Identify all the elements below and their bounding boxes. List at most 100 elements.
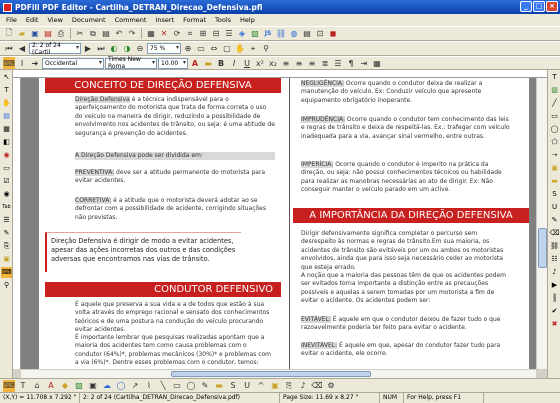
menu-tools[interactable]: Tools [215, 16, 231, 24]
insert-ellipse-icon[interactable]: ◯ [549, 124, 560, 135]
zoom-out-icon[interactable]: ⊖ [134, 43, 146, 55]
first-page-icon[interactable]: ⏮ [3, 43, 15, 55]
save-icon[interactable]: ▣ [29, 28, 41, 40]
align-right-icon[interactable]: ≡ [306, 57, 318, 69]
italic-icon[interactable]: I [228, 57, 240, 69]
insert-cross-icon[interactable]: ✖ [549, 319, 560, 330]
draw-cloud-icon[interactable]: ☁ [101, 380, 113, 392]
form-field-icon[interactable]: ▭ [1, 163, 12, 174]
stamp-icon[interactable]: ◉ [1, 150, 12, 161]
previous-page-icon[interactable]: ◀ [16, 43, 28, 55]
superscript-icon[interactable]: x² [254, 57, 266, 69]
maximize-button[interactable]: □ [533, 1, 545, 12]
insert-arrow-icon[interactable]: ➝ [549, 150, 560, 161]
draw-font-color-icon[interactable]: A [45, 380, 57, 392]
radio-icon[interactable]: ◉ [1, 189, 12, 200]
draw-pencil-icon[interactable]: ✎ [199, 380, 211, 392]
minimize-button[interactable]: _ [520, 1, 532, 12]
draw-select-icon[interactable]: ⌨ [3, 379, 15, 392]
insert-sticky-icon[interactable]: ▣ [549, 163, 560, 174]
last-page-icon[interactable]: ⏭ [95, 43, 107, 55]
draw-eraser-icon[interactable]: ⌫ [311, 380, 323, 392]
align-center-icon[interactable]: ≡ [293, 57, 305, 69]
crop-icon[interactable]: ⌗ [184, 28, 196, 40]
draw-text-icon[interactable]: T [17, 380, 29, 392]
javascript-icon[interactable]: JS [262, 28, 274, 40]
font-combo[interactable]: Times New Roma [105, 56, 157, 70]
table-icon[interactable]: ▦ [371, 57, 383, 69]
horizontal-scrollbar[interactable] [21, 369, 536, 378]
insert-line-icon[interactable]: ╱ [549, 98, 560, 109]
hand-icon[interactable]: ✋ [1, 98, 12, 109]
back-icon[interactable]: ◐ [108, 43, 120, 55]
draw-rectangle-icon[interactable]: ▭ [171, 380, 183, 392]
delete-page-icon[interactable]: ✕ [158, 28, 170, 40]
cut-icon[interactable]: ✂ [74, 28, 86, 40]
bookmark-panel-icon[interactable]: ▤ [1, 111, 12, 122]
checkbox-icon[interactable]: ☑ [1, 176, 12, 187]
menu-insert[interactable]: Insert [155, 16, 174, 24]
undo-icon[interactable]: ↶ [113, 28, 125, 40]
insert-strikeout-icon[interactable]: S [549, 189, 560, 200]
vertical-scrollbar[interactable] [536, 78, 547, 369]
insert-barcode-icon[interactable]: ║ [549, 293, 560, 304]
pdf-page[interactable]: CONCEITO DE DIREÇÃO DEFENSIVA Direção De… [39, 78, 529, 369]
document-viewport[interactable]: CONCEITO DE DIREÇÃO DEFENSIVA Direção De… [21, 78, 536, 369]
split-icon[interactable]: ⊟ [210, 28, 222, 40]
draw-note-icon[interactable]: ▣ [269, 380, 281, 392]
paragraph-icon[interactable]: ¶ [345, 57, 357, 69]
draw-arrow-icon[interactable]: ↗ [129, 380, 141, 392]
magnify-icon[interactable]: ⚲ [260, 43, 272, 55]
hand-tool-icon[interactable]: ✋ [234, 43, 246, 55]
link-icon[interactable]: ⛓ [275, 28, 287, 40]
draw-oval-icon[interactable]: ◯ [115, 380, 127, 392]
horizontal-scroll-thumb[interactable] [171, 371, 371, 377]
format-tool-icon[interactable]: ⌨ [3, 57, 15, 69]
forward-icon[interactable]: ◑ [121, 43, 133, 55]
insert-sound-icon[interactable]: ♪ [549, 267, 560, 278]
draw-highlighter-icon[interactable]: ▬ [213, 380, 225, 392]
draw-polyline-icon[interactable]: ⌇ [143, 380, 155, 392]
vertical-scroll-thumb[interactable] [538, 228, 547, 268]
close-button[interactable]: × [546, 1, 558, 12]
next-page-icon[interactable]: ▶ [82, 43, 94, 55]
insert-image-icon[interactable]: ▨ [549, 85, 560, 96]
print-icon[interactable]: ⎙ [55, 28, 67, 40]
insert-text-icon[interactable]: T [549, 72, 560, 83]
new-file-icon[interactable]: 🗋 [3, 28, 15, 40]
insert-video-icon[interactable]: ▶ [549, 280, 560, 291]
text-cursor-icon[interactable]: I [16, 57, 28, 69]
insert-polygon-icon[interactable]: ⬠ [549, 137, 560, 148]
arrow-icon[interactable]: ➜ [29, 57, 41, 69]
draw-callout-icon[interactable]: ⌂ [31, 380, 43, 392]
signature-icon[interactable]: ✎ [1, 228, 12, 239]
style-combo[interactable]: Occidental [42, 57, 104, 69]
bold-icon[interactable]: B [215, 57, 227, 69]
font-size-combo[interactable]: 10.00 [158, 57, 188, 69]
select-icon[interactable]: ↖ [1, 72, 12, 83]
draw-caret-icon[interactable]: ^ [255, 380, 267, 392]
align-left-icon[interactable]: ≡ [280, 57, 292, 69]
rotate-icon[interactable]: ⟳ [171, 28, 183, 40]
copy-icon[interactable]: ⧉ [87, 28, 99, 40]
insert-check-icon[interactable]: ✔ [549, 306, 560, 317]
open-folder-icon[interactable]: ▰ [16, 28, 28, 40]
zoom-in-icon[interactable]: ⊕ [182, 43, 194, 55]
merge-icon[interactable]: ⊞ [197, 28, 209, 40]
highlight-color-icon[interactable]: ▬ [202, 57, 214, 69]
eraser-icon[interactable]: ◼ [327, 28, 339, 40]
insert-link-icon[interactable]: ⛓ [549, 241, 560, 252]
image-icon[interactable]: ▨ [249, 28, 261, 40]
tab-order-icon[interactable]: Tab [1, 202, 12, 213]
bookmark-icon[interactable]: ▤ [301, 28, 313, 40]
menu-help[interactable]: Help [240, 16, 255, 24]
menu-document[interactable]: Document [72, 16, 106, 24]
draw-strike-icon[interactable]: S [227, 380, 239, 392]
draw-properties-icon[interactable]: ⚙ [325, 380, 337, 392]
insert-page-icon[interactable]: ▦ [145, 28, 157, 40]
insert-date-icon[interactable]: ☷ [549, 254, 560, 265]
menu-format[interactable]: Format [183, 16, 206, 24]
list-icon[interactable]: ☰ [1, 215, 12, 226]
zoom-panel-icon[interactable]: ⚲ [1, 280, 12, 291]
menu-view[interactable]: View [47, 16, 62, 24]
